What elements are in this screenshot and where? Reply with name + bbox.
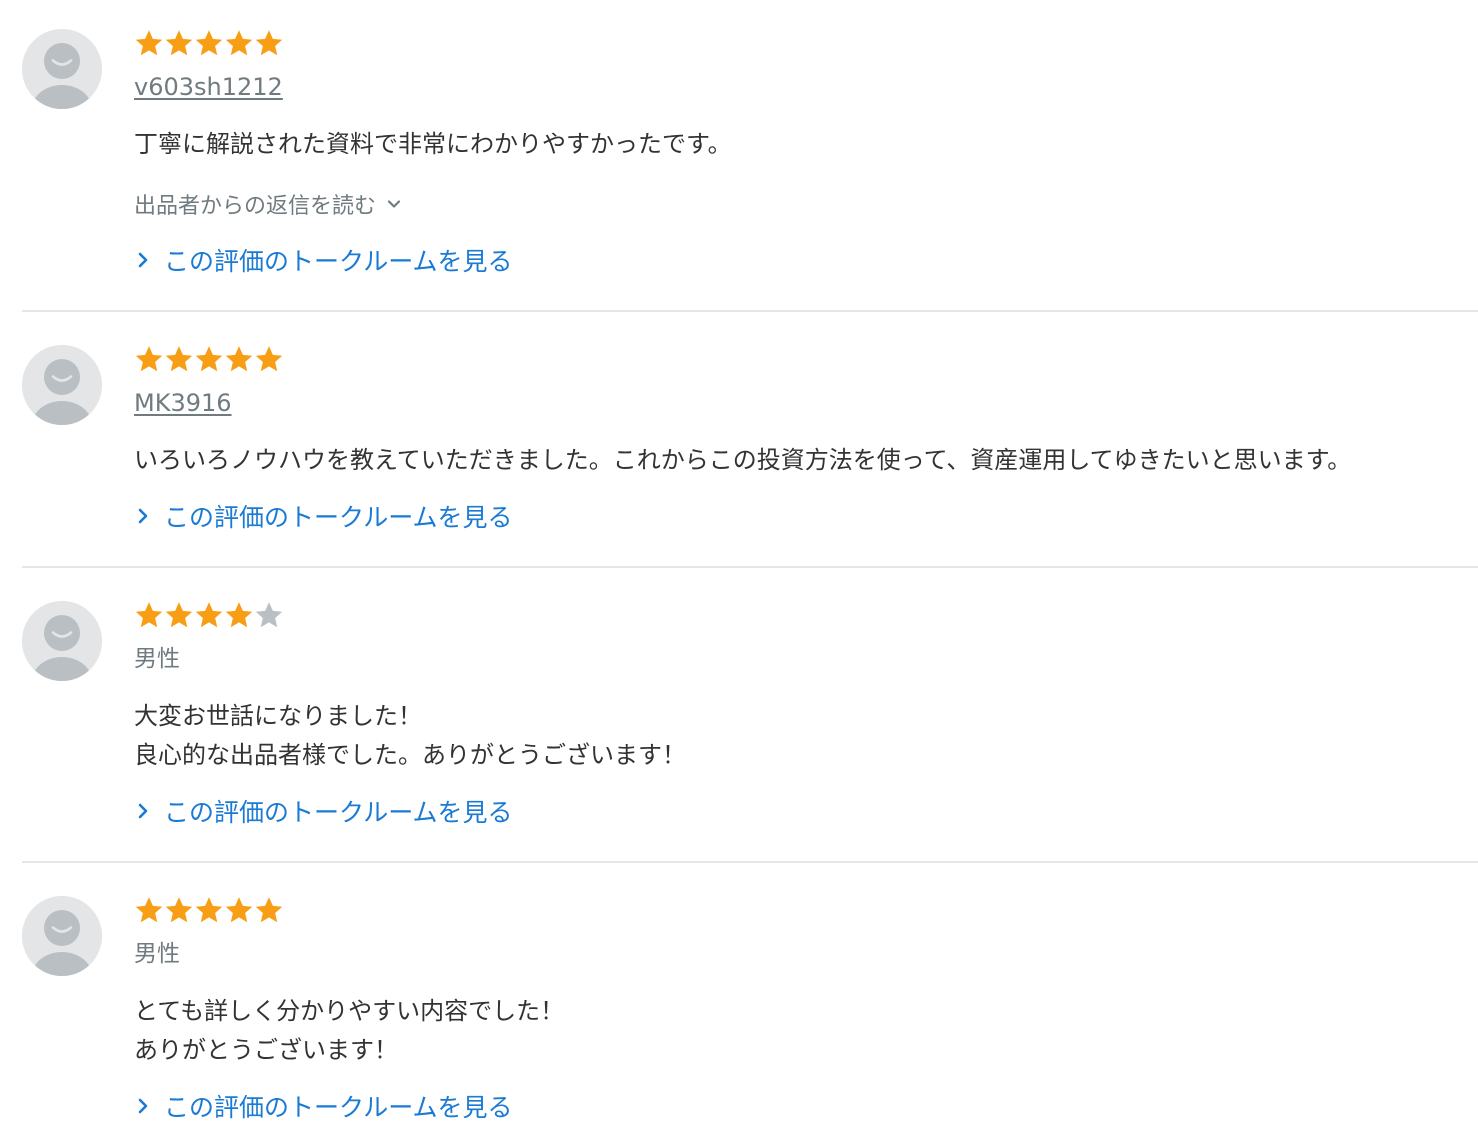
reviewer-gender: 男性 — [134, 941, 180, 967]
star-icon — [224, 344, 254, 374]
talkroom-link-label: この評価のトークルームを見る — [164, 798, 513, 827]
review-item: v603sh1212 丁寧に解説された資料で非常にわかりやすかったです。 出品者… — [0, 0, 1478, 312]
review-comment-line: とても詳しく分かりやすい内容でした！ — [134, 997, 565, 1025]
review-comment-line: ありがとうございます！ — [134, 1036, 398, 1064]
reviewer-name-link[interactable]: v603sh1212 — [134, 72, 283, 102]
star-icon — [164, 600, 194, 630]
star-rating — [134, 895, 284, 925]
talkroom-link[interactable]: この評価のトークルームを見る — [136, 793, 513, 829]
talkroom-link[interactable]: この評価のトークルームを見る — [136, 498, 513, 534]
review-comment-line: 良心的な出品者様でした。ありがとうございます！ — [134, 741, 686, 769]
reviewer-gender: 男性 — [134, 646, 180, 672]
star-icon — [224, 895, 254, 925]
review-comment-line: 大変お世話になりました！ — [134, 702, 422, 730]
star-icon — [194, 895, 224, 925]
star-icon — [194, 28, 224, 58]
star-icon — [134, 895, 164, 925]
chevron-right-icon — [138, 1098, 148, 1114]
star-icon — [134, 600, 164, 630]
chevron-right-icon — [138, 803, 148, 819]
star-empty-icon — [254, 600, 284, 630]
chevron-right-icon — [138, 508, 148, 524]
star-icon — [254, 28, 284, 58]
talkroom-link-label: この評価のトークルームを見る — [164, 503, 513, 532]
star-icon — [164, 344, 194, 374]
star-icon — [254, 344, 284, 374]
star-icon — [254, 895, 284, 925]
star-icon — [224, 600, 254, 630]
star-rating — [134, 28, 284, 58]
avatar-icon — [22, 345, 102, 425]
review-item: MK3916 いろいろノウハウを教えていただきました。これからこの投資方法を使っ… — [0, 312, 1478, 568]
star-rating — [134, 600, 284, 630]
avatar-icon — [22, 601, 102, 681]
talkroom-link-label: この評価のトークルームを見る — [164, 247, 513, 276]
star-icon — [164, 895, 194, 925]
talkroom-link[interactable]: この評価のトークルームを見る — [136, 242, 513, 278]
avatar-icon — [22, 29, 102, 109]
chevron-right-icon — [138, 252, 148, 268]
talkroom-link-label: この評価のトークルームを見る — [164, 1093, 513, 1122]
seller-reply-toggle[interactable]: 出品者からの返信を読む — [134, 188, 402, 220]
review-comment: いろいろノウハウを教えていただきました。これからこの投資方法を使って、資産運用し… — [134, 446, 1352, 474]
seller-reply-label: 出品者からの返信を読む — [134, 194, 377, 219]
review-item: 男性 大変お世話になりました！ 良心的な出品者様でした。ありがとうございます！ … — [0, 568, 1478, 863]
review-comment: とても詳しく分かりやすい内容でした！ ありがとうございます！ — [134, 992, 564, 1070]
star-icon — [164, 28, 194, 58]
review-comment: 丁寧に解説された資料で非常にわかりやすかったです。 — [134, 130, 732, 158]
talkroom-link[interactable]: この評価のトークルームを見る — [136, 1088, 513, 1124]
reviewer-name-link[interactable]: MK3916 — [134, 388, 232, 418]
review-item: 男性 とても詳しく分かりやすい内容でした！ ありがとうございます！ この評価のト… — [0, 863, 1478, 1148]
chevron-down-icon — [387, 200, 401, 208]
star-rating — [134, 344, 284, 374]
star-icon — [134, 28, 164, 58]
star-icon — [194, 344, 224, 374]
review-comment: 大変お世話になりました！ 良心的な出品者様でした。ありがとうございます！ — [134, 697, 686, 775]
star-icon — [194, 600, 224, 630]
avatar-icon — [22, 896, 102, 976]
star-icon — [134, 344, 164, 374]
star-icon — [224, 28, 254, 58]
